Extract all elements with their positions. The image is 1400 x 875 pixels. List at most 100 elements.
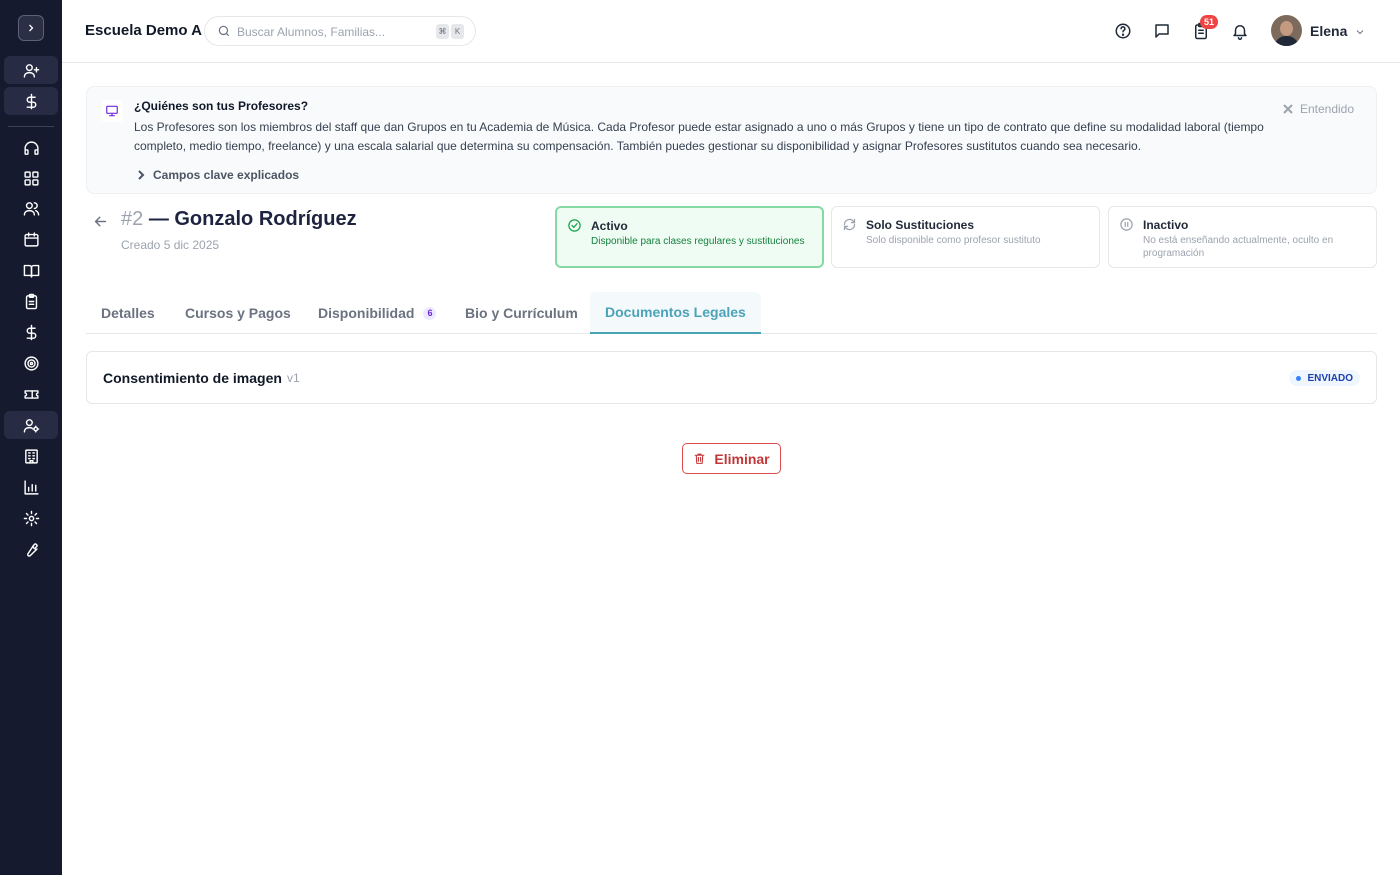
- banner-dismiss-button[interactable]: Entendido: [1283, 102, 1354, 116]
- building-icon: [24, 448, 38, 464]
- sidebar-item-calendar[interactable]: [4, 225, 58, 253]
- clipboard-icon: [25, 293, 37, 309]
- target-icon: [23, 355, 39, 371]
- banner-text: Los Profesores son los miembros del staf…: [134, 120, 1264, 153]
- back-button[interactable]: [92, 213, 110, 231]
- sidebar-item-support[interactable]: [4, 134, 58, 162]
- close-icon: [1283, 104, 1293, 114]
- user-avatar[interactable]: [1271, 15, 1302, 46]
- user-menu-toggle[interactable]: [1354, 25, 1366, 37]
- sidebar: [0, 0, 62, 875]
- help-circle-icon: [1115, 23, 1131, 39]
- sidebar-item-dashboard[interactable]: [4, 164, 58, 192]
- book-icon: [23, 264, 39, 278]
- tab-bio-resume[interactable]: Bio y Currículum: [450, 292, 593, 334]
- chart-icon: [23, 479, 39, 495]
- tab-courses-payments[interactable]: Cursos y Pagos: [170, 292, 306, 334]
- bell-icon: [1233, 25, 1247, 40]
- notifications-button[interactable]: [1230, 21, 1250, 41]
- global-search[interactable]: ⌘ K: [204, 16, 476, 46]
- status-option-inactive[interactable]: Inactivo No está enseñando actualmente, …: [1108, 206, 1377, 268]
- sidebar-item-courses[interactable]: [4, 256, 58, 284]
- sidebar-item-finance[interactable]: [4, 318, 58, 346]
- sidebar-item-reports[interactable]: [4, 473, 58, 501]
- presentation-icon: [101, 100, 123, 122]
- sidebar-item-tools[interactable]: [4, 535, 58, 563]
- users-icon: [23, 201, 39, 216]
- key-fields-toggle[interactable]: Campos clave explicados: [136, 168, 299, 182]
- search-icon: [218, 25, 230, 37]
- status-text: ENVIADO: [1307, 372, 1353, 384]
- tab-label: Disponibilidad: [318, 305, 415, 321]
- pause-circle-icon: [1119, 217, 1135, 233]
- delete-label: Eliminar: [714, 450, 770, 467]
- status-option-substitutes-only[interactable]: Solo Sustituciones Solo disponible como …: [831, 206, 1100, 268]
- sidebar-item-tasks[interactable]: [4, 287, 58, 315]
- dollar-icon: [26, 324, 36, 340]
- dollar-icon: [26, 93, 36, 109]
- legal-document-row[interactable]: Consentimiento de imagen v1 ENVIADO: [86, 351, 1377, 404]
- status-badge: ENVIADO: [1289, 370, 1360, 386]
- status-title: Activo: [591, 219, 628, 233]
- sidebar-item-goals[interactable]: [4, 349, 58, 377]
- shortcut-key-cmd: ⌘: [436, 24, 449, 39]
- check-circle-icon: [567, 218, 583, 234]
- tab-legal-documents[interactable]: Documentos Legales: [590, 292, 761, 334]
- sidebar-item-settings[interactable]: [4, 504, 58, 532]
- sidebar-item-teachers[interactable]: [4, 411, 58, 439]
- status-description: No está enseñando actualmente, oculto en…: [1143, 235, 1334, 259]
- document-version: v1: [287, 371, 300, 385]
- tab-details[interactable]: Detalles: [86, 292, 170, 334]
- created-date: Creado 5 dic 2025: [121, 238, 220, 252]
- tasks-count-badge: 51: [1200, 15, 1218, 29]
- sidebar-item-tickets[interactable]: [4, 380, 58, 408]
- page-title: #2 — Gonzalo Rodríguez: [121, 208, 357, 231]
- tab-label: Cursos y Pagos: [185, 305, 291, 321]
- chevron-down-icon: [1356, 30, 1364, 35]
- sidebar-expand-button[interactable]: [18, 15, 44, 41]
- calendar-icon: [23, 231, 39, 247]
- chevron-right-icon: [138, 170, 145, 180]
- banner-title: ¿Quiénes son tus Profesores?: [134, 99, 309, 113]
- tab-label: Documentos Legales: [605, 304, 746, 320]
- chevron-right-icon: [29, 24, 34, 32]
- sidebar-item-add-user[interactable]: [4, 56, 58, 84]
- messages-button[interactable]: [1152, 21, 1172, 41]
- tab-label: Bio y Currículum: [465, 305, 578, 321]
- document-title: Consentimiento de imagen: [103, 370, 282, 386]
- user-name[interactable]: Elena: [1310, 23, 1347, 39]
- status-title: Inactivo: [1143, 218, 1189, 232]
- shortcut-key-k: K: [451, 24, 464, 39]
- refresh-icon: [842, 217, 858, 233]
- arrow-left-icon: [94, 216, 107, 227]
- avatar-body: [1274, 36, 1299, 46]
- availability-count-badge: 6: [423, 306, 437, 320]
- status-option-active[interactable]: Activo Disponible para clases regulares …: [555, 206, 824, 268]
- tab-availability[interactable]: Disponibilidad 6: [303, 292, 451, 334]
- sidebar-item-students[interactable]: [4, 194, 58, 222]
- search-input[interactable]: [237, 23, 397, 41]
- school-name: Escuela Demo A: [85, 22, 202, 39]
- dismiss-label: Entendido: [1299, 102, 1354, 116]
- help-button[interactable]: [1113, 21, 1133, 41]
- headset-icon: [23, 140, 39, 155]
- trash-icon: [695, 453, 705, 464]
- status-description: Solo disponible como profesor sustituto: [866, 235, 1041, 246]
- gear-icon: [23, 510, 39, 526]
- teacher-name: — Gonzalo Rodríguez: [148, 208, 357, 230]
- teacher-number: #2: [121, 208, 144, 230]
- sidebar-divider: [8, 126, 54, 127]
- delete-button[interactable]: Eliminar: [682, 443, 781, 474]
- avatar-face: [1280, 21, 1293, 36]
- ticket-icon: [23, 389, 39, 399]
- tab-bar: Detalles Cursos y Pagos Disponibilidad 6…: [86, 292, 1377, 334]
- sidebar-item-school[interactable]: [4, 442, 58, 470]
- dashboard-icon: [23, 170, 39, 186]
- status-dot: [1296, 375, 1302, 381]
- user-settings-icon: [23, 418, 39, 433]
- user-plus-icon: [23, 63, 39, 78]
- top-header: Escuela Demo A ⌘ K 51 Elena: [62, 0, 1400, 63]
- tab-label: Detalles: [101, 305, 155, 321]
- sidebar-item-payments[interactable]: [4, 87, 58, 115]
- status-title: Solo Sustituciones: [866, 218, 975, 232]
